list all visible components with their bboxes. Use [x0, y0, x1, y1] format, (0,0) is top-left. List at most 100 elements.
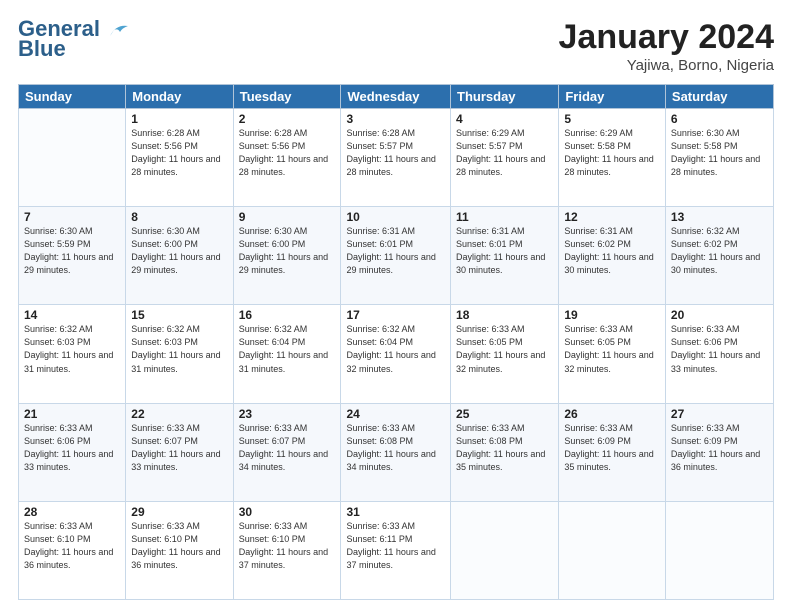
day-info: Sunrise: 6:33 AMSunset: 6:07 PMDaylight:…	[131, 422, 227, 474]
calendar-cell: 17Sunrise: 6:32 AMSunset: 6:04 PMDayligh…	[341, 305, 451, 403]
day-info: Sunrise: 6:33 AMSunset: 6:06 PMDaylight:…	[24, 422, 120, 474]
calendar-cell: 10Sunrise: 6:31 AMSunset: 6:01 PMDayligh…	[341, 207, 451, 305]
weekday-header-friday: Friday	[559, 85, 666, 109]
day-number: 20	[671, 308, 768, 322]
day-info: Sunrise: 6:28 AMSunset: 5:56 PMDaylight:…	[239, 127, 336, 179]
day-info: Sunrise: 6:31 AMSunset: 6:01 PMDaylight:…	[346, 225, 445, 277]
calendar-cell	[559, 501, 666, 599]
day-number: 4	[456, 112, 553, 126]
calendar-cell: 22Sunrise: 6:33 AMSunset: 6:07 PMDayligh…	[126, 403, 233, 501]
day-info: Sunrise: 6:33 AMSunset: 6:05 PMDaylight:…	[564, 323, 660, 375]
location: Yajiwa, Borno, Nigeria	[559, 57, 775, 74]
day-number: 29	[131, 505, 227, 519]
day-number: 3	[346, 112, 445, 126]
day-number: 16	[239, 308, 336, 322]
weekday-header-row: SundayMondayTuesdayWednesdayThursdayFrid…	[19, 85, 774, 109]
day-info: Sunrise: 6:31 AMSunset: 6:02 PMDaylight:…	[564, 225, 660, 277]
day-number: 7	[24, 210, 120, 224]
calendar-cell: 25Sunrise: 6:33 AMSunset: 6:08 PMDayligh…	[451, 403, 559, 501]
day-info: Sunrise: 6:32 AMSunset: 6:03 PMDaylight:…	[131, 323, 227, 375]
day-number: 22	[131, 407, 227, 421]
logo-bird-icon	[108, 22, 130, 38]
day-number: 6	[671, 112, 768, 126]
day-info: Sunrise: 6:33 AMSunset: 6:09 PMDaylight:…	[564, 422, 660, 474]
calendar-cell: 20Sunrise: 6:33 AMSunset: 6:06 PMDayligh…	[665, 305, 773, 403]
calendar-cell: 27Sunrise: 6:33 AMSunset: 6:09 PMDayligh…	[665, 403, 773, 501]
calendar-cell: 2Sunrise: 6:28 AMSunset: 5:56 PMDaylight…	[233, 109, 341, 207]
calendar-cell: 7Sunrise: 6:30 AMSunset: 5:59 PMDaylight…	[19, 207, 126, 305]
day-info: Sunrise: 6:33 AMSunset: 6:05 PMDaylight:…	[456, 323, 553, 375]
day-info: Sunrise: 6:30 AMSunset: 5:58 PMDaylight:…	[671, 127, 768, 179]
calendar-cell: 15Sunrise: 6:32 AMSunset: 6:03 PMDayligh…	[126, 305, 233, 403]
month-title: January 2024	[559, 18, 775, 57]
day-number: 18	[456, 308, 553, 322]
calendar-cell: 31Sunrise: 6:33 AMSunset: 6:11 PMDayligh…	[341, 501, 451, 599]
day-number: 30	[239, 505, 336, 519]
calendar-cell: 16Sunrise: 6:32 AMSunset: 6:04 PMDayligh…	[233, 305, 341, 403]
page: General Blue January 2024 Yajiwa, Borno,…	[0, 0, 792, 612]
logo-blue: Blue	[18, 38, 66, 60]
weekday-header-monday: Monday	[126, 85, 233, 109]
day-info: Sunrise: 6:28 AMSunset: 5:57 PMDaylight:…	[346, 127, 445, 179]
day-number: 10	[346, 210, 445, 224]
day-info: Sunrise: 6:32 AMSunset: 6:03 PMDaylight:…	[24, 323, 120, 375]
day-info: Sunrise: 6:33 AMSunset: 6:09 PMDaylight:…	[671, 422, 768, 474]
day-number: 19	[564, 308, 660, 322]
day-number: 31	[346, 505, 445, 519]
day-info: Sunrise: 6:33 AMSunset: 6:10 PMDaylight:…	[24, 520, 120, 572]
day-number: 24	[346, 407, 445, 421]
day-info: Sunrise: 6:32 AMSunset: 6:04 PMDaylight:…	[239, 323, 336, 375]
day-info: Sunrise: 6:29 AMSunset: 5:58 PMDaylight:…	[564, 127, 660, 179]
day-info: Sunrise: 6:28 AMSunset: 5:56 PMDaylight:…	[131, 127, 227, 179]
calendar-cell: 12Sunrise: 6:31 AMSunset: 6:02 PMDayligh…	[559, 207, 666, 305]
header: General Blue January 2024 Yajiwa, Borno,…	[18, 18, 774, 74]
calendar-cell: 9Sunrise: 6:30 AMSunset: 6:00 PMDaylight…	[233, 207, 341, 305]
calendar-cell: 6Sunrise: 6:30 AMSunset: 5:58 PMDaylight…	[665, 109, 773, 207]
calendar-cell: 4Sunrise: 6:29 AMSunset: 5:57 PMDaylight…	[451, 109, 559, 207]
week-row-1: 7Sunrise: 6:30 AMSunset: 5:59 PMDaylight…	[19, 207, 774, 305]
day-number: 12	[564, 210, 660, 224]
calendar-cell: 23Sunrise: 6:33 AMSunset: 6:07 PMDayligh…	[233, 403, 341, 501]
day-info: Sunrise: 6:30 AMSunset: 6:00 PMDaylight:…	[131, 225, 227, 277]
calendar-cell: 28Sunrise: 6:33 AMSunset: 6:10 PMDayligh…	[19, 501, 126, 599]
day-info: Sunrise: 6:30 AMSunset: 5:59 PMDaylight:…	[24, 225, 120, 277]
calendar-cell	[19, 109, 126, 207]
day-info: Sunrise: 6:33 AMSunset: 6:06 PMDaylight:…	[671, 323, 768, 375]
day-info: Sunrise: 6:33 AMSunset: 6:07 PMDaylight:…	[239, 422, 336, 474]
calendar-cell: 30Sunrise: 6:33 AMSunset: 6:10 PMDayligh…	[233, 501, 341, 599]
day-number: 25	[456, 407, 553, 421]
calendar-cell: 3Sunrise: 6:28 AMSunset: 5:57 PMDaylight…	[341, 109, 451, 207]
day-info: Sunrise: 6:33 AMSunset: 6:11 PMDaylight:…	[346, 520, 445, 572]
day-info: Sunrise: 6:33 AMSunset: 6:10 PMDaylight:…	[239, 520, 336, 572]
weekday-header-sunday: Sunday	[19, 85, 126, 109]
calendar-cell: 21Sunrise: 6:33 AMSunset: 6:06 PMDayligh…	[19, 403, 126, 501]
calendar-cell: 8Sunrise: 6:30 AMSunset: 6:00 PMDaylight…	[126, 207, 233, 305]
calendar-cell: 26Sunrise: 6:33 AMSunset: 6:09 PMDayligh…	[559, 403, 666, 501]
day-info: Sunrise: 6:31 AMSunset: 6:01 PMDaylight:…	[456, 225, 553, 277]
day-number: 28	[24, 505, 120, 519]
weekday-header-tuesday: Tuesday	[233, 85, 341, 109]
day-info: Sunrise: 6:33 AMSunset: 6:10 PMDaylight:…	[131, 520, 227, 572]
day-info: Sunrise: 6:33 AMSunset: 6:08 PMDaylight:…	[346, 422, 445, 474]
calendar-cell: 29Sunrise: 6:33 AMSunset: 6:10 PMDayligh…	[126, 501, 233, 599]
day-number: 27	[671, 407, 768, 421]
calendar-cell: 18Sunrise: 6:33 AMSunset: 6:05 PMDayligh…	[451, 305, 559, 403]
day-number: 17	[346, 308, 445, 322]
calendar-cell: 1Sunrise: 6:28 AMSunset: 5:56 PMDaylight…	[126, 109, 233, 207]
day-number: 5	[564, 112, 660, 126]
calendar-cell	[451, 501, 559, 599]
calendar-cell: 19Sunrise: 6:33 AMSunset: 6:05 PMDayligh…	[559, 305, 666, 403]
calendar-cell: 13Sunrise: 6:32 AMSunset: 6:02 PMDayligh…	[665, 207, 773, 305]
week-row-2: 14Sunrise: 6:32 AMSunset: 6:03 PMDayligh…	[19, 305, 774, 403]
day-info: Sunrise: 6:32 AMSunset: 6:04 PMDaylight:…	[346, 323, 445, 375]
day-info: Sunrise: 6:32 AMSunset: 6:02 PMDaylight:…	[671, 225, 768, 277]
title-block: January 2024 Yajiwa, Borno, Nigeria	[559, 18, 775, 74]
calendar-cell: 14Sunrise: 6:32 AMSunset: 6:03 PMDayligh…	[19, 305, 126, 403]
day-number: 2	[239, 112, 336, 126]
day-info: Sunrise: 6:30 AMSunset: 6:00 PMDaylight:…	[239, 225, 336, 277]
weekday-header-thursday: Thursday	[451, 85, 559, 109]
day-number: 1	[131, 112, 227, 126]
day-number: 26	[564, 407, 660, 421]
week-row-4: 28Sunrise: 6:33 AMSunset: 6:10 PMDayligh…	[19, 501, 774, 599]
weekday-header-saturday: Saturday	[665, 85, 773, 109]
